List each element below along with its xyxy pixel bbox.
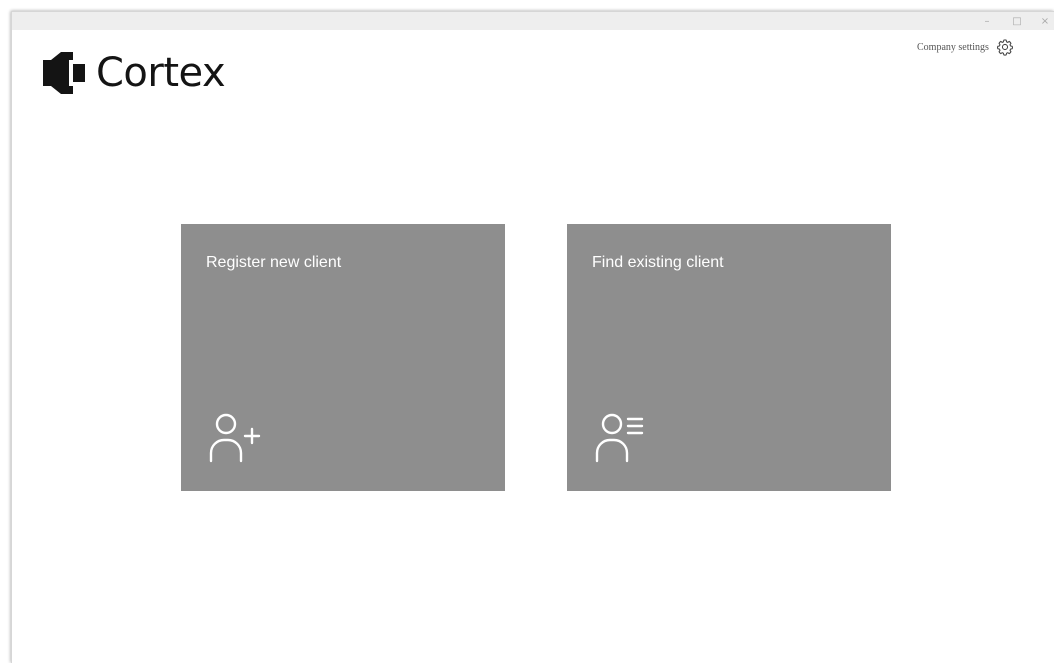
gear-icon <box>996 39 1013 56</box>
title-bar[interactable]: – □ × <box>12 12 1054 30</box>
close-button[interactable]: × <box>1032 12 1054 30</box>
company-settings-label: Company settings <box>917 41 989 53</box>
user-list-icon <box>595 413 644 463</box>
find-existing-client-title: Find existing client <box>592 254 724 271</box>
register-new-client-title: Register new client <box>206 254 342 271</box>
logo-text: Cortex <box>96 50 226 96</box>
find-existing-client-card[interactable]: Find existing client <box>567 224 891 491</box>
company-settings-button[interactable]: Company settings <box>917 38 1014 56</box>
maximize-button[interactable]: □ <box>1004 12 1030 30</box>
app-window: – □ × Cortex Company settings Register n… <box>11 11 1054 663</box>
logo: Cortex <box>43 50 226 96</box>
minimize-button[interactable]: – <box>974 12 1000 30</box>
register-new-client-card[interactable]: Register new client <box>181 224 505 491</box>
cortex-logo-icon <box>43 52 85 94</box>
user-add-icon <box>209 413 261 463</box>
